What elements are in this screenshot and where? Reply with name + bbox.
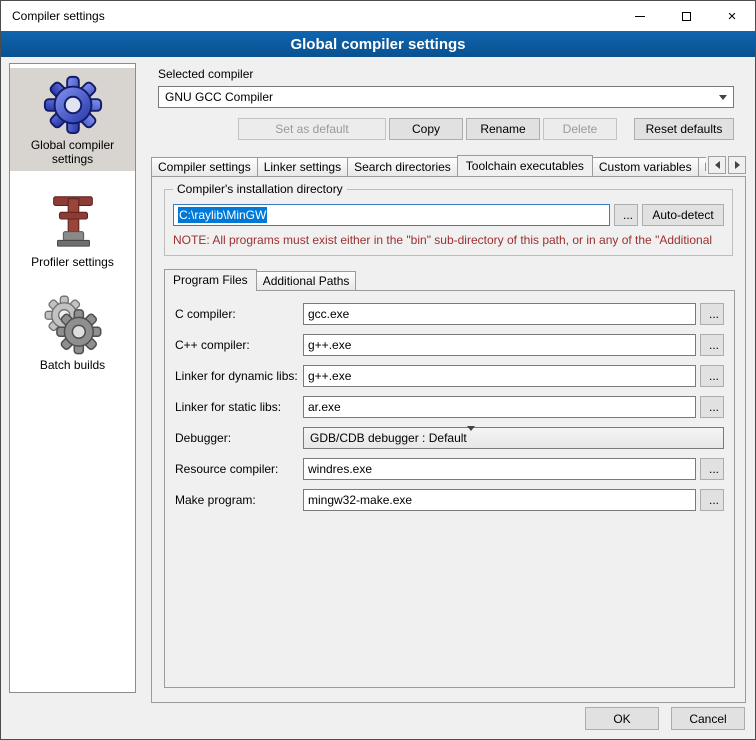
dynamic-linker-input[interactable] [303, 365, 696, 387]
window-title: Compiler settings [1, 9, 105, 23]
dynamic-linker-browse-button[interactable]: ... [700, 365, 724, 387]
installation-directory-input[interactable]: C:\raylib\MinGW [173, 204, 610, 226]
resource-compiler-row: Resource compiler: ... [175, 458, 724, 480]
blue-gear-icon [42, 73, 104, 135]
toolchain-executables-page: Compiler's installation directory C:\ray… [151, 176, 746, 703]
sidebar-item-label: Batch builds [40, 358, 105, 372]
tab-scroll-right-button[interactable] [728, 156, 746, 174]
rename-button[interactable]: Rename [466, 118, 540, 140]
minimize-icon [635, 16, 645, 17]
tab-search-directories[interactable]: Search directories [347, 157, 458, 176]
debugger-dropdown[interactable]: GDB/CDB debugger : Default [303, 427, 724, 449]
ok-button[interactable]: OK [585, 707, 659, 730]
debugger-label: Debugger: [175, 431, 303, 445]
resource-compiler-browse-button[interactable]: ... [700, 458, 724, 480]
cancel-button[interactable]: Cancel [671, 707, 745, 730]
debugger-row: Debugger: GDB/CDB debugger : Default [175, 427, 724, 449]
static-linker-browse-button[interactable]: ... [700, 396, 724, 418]
installation-note: NOTE: All programs must exist either in … [173, 233, 724, 247]
window-controls: × [617, 1, 755, 31]
make-program-row: Make program: ... [175, 489, 724, 511]
compiler-actions: Set as default Copy Rename Delete Reset … [158, 118, 734, 140]
program-files-panel: C compiler: ... C++ compiler: ... Linker… [164, 290, 735, 688]
tab-toolchain-executables[interactable]: Toolchain executables [457, 155, 593, 176]
tab-program-files[interactable]: Program Files [164, 269, 257, 291]
gray-gears-icon [42, 293, 104, 355]
maximize-icon [682, 12, 691, 21]
tab-build-options[interactable]: Build options [698, 157, 706, 176]
make-program-browse-button[interactable]: ... [700, 489, 724, 511]
chevron-down-icon [714, 88, 732, 106]
profiler-tool-icon [42, 190, 104, 252]
installation-directory-row: C:\raylib\MinGW ... Auto-detect [173, 204, 724, 226]
selected-compiler-label: Selected compiler [158, 67, 746, 81]
selected-compiler-value: GNU GCC Compiler [165, 90, 273, 104]
compiler-settings-window: Compiler settings × Global compiler sett… [0, 0, 756, 740]
static-linker-row: Linker for static libs: ... [175, 396, 724, 418]
minimize-button[interactable] [617, 1, 663, 31]
c-compiler-row: C compiler: ... [175, 303, 724, 325]
sidebar-item-global-compiler-settings[interactable]: Global compiler settings [10, 68, 135, 171]
dynamic-linker-label: Linker for dynamic libs: [175, 369, 303, 383]
tab-scroll-right-icon [735, 161, 740, 169]
dynamic-linker-row: Linker for dynamic libs: ... [175, 365, 724, 387]
make-program-input[interactable] [303, 489, 696, 511]
settings-category-list: Global compiler settings Profiler settin… [9, 63, 136, 693]
static-linker-input[interactable] [303, 396, 696, 418]
reset-defaults-button[interactable]: Reset defaults [634, 118, 734, 140]
tab-scroll-left-button[interactable] [708, 156, 726, 174]
cpp-compiler-label: C++ compiler: [175, 338, 303, 352]
static-linker-label: Linker for static libs: [175, 400, 303, 414]
selected-compiler-dropdown[interactable]: GNU GCC Compiler [158, 86, 734, 108]
installation-directory-group: Compiler's installation directory C:\ray… [164, 189, 733, 256]
browse-directory-button[interactable]: ... [614, 204, 638, 226]
make-program-label: Make program: [175, 493, 303, 507]
auto-detect-button[interactable]: Auto-detect [642, 204, 724, 226]
titlebar: Compiler settings × [1, 1, 755, 31]
copy-button[interactable]: Copy [389, 118, 463, 140]
tab-custom-variables[interactable]: Custom variables [592, 157, 699, 176]
tab-compiler-settings[interactable]: Compiler settings [151, 157, 258, 176]
resource-compiler-input[interactable] [303, 458, 696, 480]
tab-scroll-left-icon [715, 161, 720, 169]
settings-tabstrip: Compiler settings Linker settings Search… [151, 154, 746, 176]
chevron-down-icon [467, 431, 475, 445]
close-icon: × [728, 9, 737, 24]
close-button[interactable]: × [709, 1, 755, 31]
cpp-compiler-browse-button[interactable]: ... [700, 334, 724, 356]
sidebar-item-label: Profiler settings [31, 255, 114, 269]
c-compiler-input[interactable] [303, 303, 696, 325]
installation-directory-value: C:\raylib\MinGW [178, 207, 267, 223]
sidebar-item-batch-builds[interactable]: Batch builds [10, 288, 135, 377]
tabs: Compiler settings Linker settings Search… [151, 154, 706, 176]
main-panel: Selected compiler GNU GCC Compiler Set a… [146, 63, 746, 703]
installation-directory-group-label: Compiler's installation directory [173, 182, 347, 196]
sidebar-item-label: Global compiler settings [12, 138, 133, 166]
sidebar-item-profiler-settings[interactable]: Profiler settings [10, 185, 135, 274]
set-as-default-button: Set as default [238, 118, 386, 140]
maximize-button[interactable] [663, 1, 709, 31]
resource-compiler-label: Resource compiler: [175, 462, 303, 476]
cpp-compiler-row: C++ compiler: ... [175, 334, 724, 356]
tab-additional-paths[interactable]: Additional Paths [256, 271, 357, 290]
c-compiler-label: C compiler: [175, 307, 303, 321]
delete-button: Delete [543, 118, 617, 140]
page-title: Global compiler settings [1, 31, 755, 57]
c-compiler-browse-button[interactable]: ... [700, 303, 724, 325]
cpp-compiler-input[interactable] [303, 334, 696, 356]
tab-scroll-buttons [708, 156, 746, 174]
tab-linker-settings[interactable]: Linker settings [257, 157, 348, 176]
debugger-value: GDB/CDB debugger : Default [310, 431, 467, 445]
program-files-tabstrip: Program Files Additional Paths [164, 268, 745, 290]
